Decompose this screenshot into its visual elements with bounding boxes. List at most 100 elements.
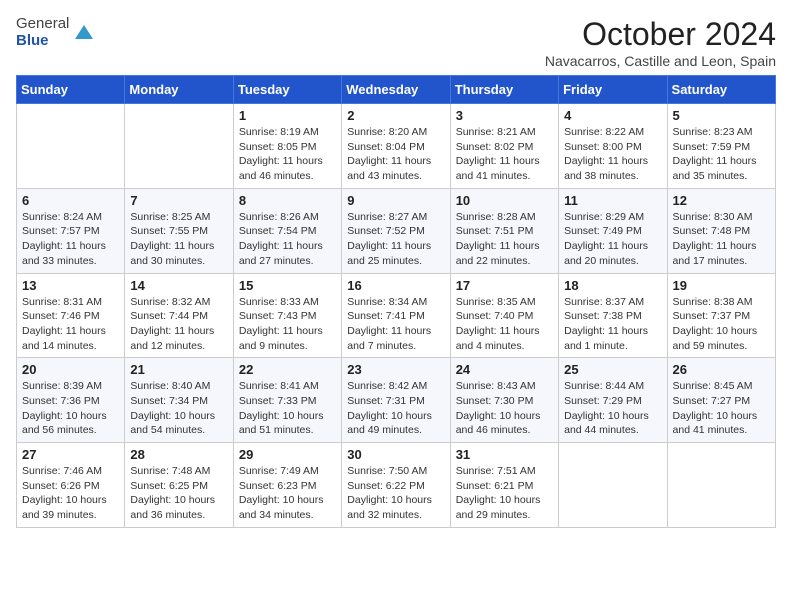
calendar-cell: 15Sunrise: 8:33 AMSunset: 7:43 PMDayligh… (233, 273, 341, 358)
daylight-label: Daylight: 11 hours and 17 minutes. (673, 240, 757, 267)
sunrise-label: Sunrise: 8:28 AM (456, 211, 536, 223)
sunset-label: Sunset: 7:43 PM (239, 310, 317, 322)
sunset-label: Sunset: 7:52 PM (347, 225, 425, 237)
day-number: 17 (456, 278, 553, 293)
sunrise-label: Sunrise: 8:41 AM (239, 380, 319, 392)
daylight-label: Daylight: 11 hours and 14 minutes. (22, 325, 106, 352)
sunrise-label: Sunrise: 8:45 AM (673, 380, 753, 392)
daylight-label: Daylight: 10 hours and 44 minutes. (564, 410, 649, 437)
daylight-label: Daylight: 11 hours and 41 minutes. (456, 155, 540, 182)
calendar-cell: 21 Sunrise: 8:40 AMSunset: 7:34 PMDayligh… (125, 358, 233, 443)
day-info: Sunrise: 7:49 AMSunset: 6:23 PMDaylight:… (239, 464, 336, 523)
th-wednesday: Wednesday (342, 76, 450, 104)
logo-general: General (16, 16, 69, 33)
calendar-cell: 9Sunrise: 8:27 AMSunset: 7:52 PMDaylight… (342, 188, 450, 273)
calendar-cell: 30Sunrise: 7:50 AMSunset: 6:22 PMDayligh… (342, 443, 450, 528)
daylight-label: Daylight: 10 hours and 54 minutes. (130, 410, 215, 437)
day-info: Sunrise: 8:44 AMSunset: 7:29 PMDaylight:… (564, 379, 661, 438)
calendar-cell: 26Sunrise: 8:45 AMSunset: 7:27 PMDayligh… (667, 358, 775, 443)
daylight-label: Daylight: 11 hours and 7 minutes. (347, 325, 431, 352)
daylight-label: Daylight: 10 hours and 49 minutes. (347, 410, 432, 437)
sunrise-label: Sunrise: 8:33 AM (239, 296, 319, 308)
calendar-cell (559, 443, 667, 528)
calendar-cell (125, 104, 233, 189)
day-number: 2 (347, 108, 444, 123)
calendar-cell: 13Sunrise: 8:31 AMSunset: 7:46 PMDayligh… (17, 273, 125, 358)
calendar-cell: 17Sunrise: 8:35 AMSunset: 7:40 PMDayligh… (450, 273, 558, 358)
sunset-label: Sunset: 7:48 PM (673, 225, 751, 237)
sunset-label: Sunset: 7:41 PM (347, 310, 425, 322)
calendar-cell (17, 104, 125, 189)
daylight-label: Daylight: 10 hours and 51 minutes. (239, 410, 324, 437)
day-number: 19 (673, 278, 770, 293)
sunset-label: Sunset: 7:59 PM (673, 141, 751, 153)
day-number: 22 (239, 362, 336, 377)
sunrise-label: Sunrise: 7:48 AM (130, 465, 210, 477)
calendar-cell: 18Sunrise: 8:37 AMSunset: 7:38 PMDayligh… (559, 273, 667, 358)
sunset-label: Sunset: 6:22 PM (347, 480, 425, 492)
day-number: 15 (239, 278, 336, 293)
day-info: Sunrise: 8:25 AMSunset: 7:55 PMDaylight:… (130, 210, 227, 269)
calendar-cell: 20Sunrise: 8:39 AMSunset: 7:36 PMDayligh… (17, 358, 125, 443)
sunrise-label: Sunrise: 8:26 AM (239, 211, 319, 223)
day-number: 28 (130, 447, 227, 462)
day-number: 25 (564, 362, 661, 377)
day-info: Sunrise: 8:38 AM Sunset: 7:37 PM Daylight:… (673, 295, 770, 354)
calendar-cell: 28Sunrise: 7:48 AMSunset: 6:25 PMDayligh… (125, 443, 233, 528)
sunrise-label: Sunrise: 8:37 AM (564, 296, 644, 308)
calendar-cell: 6Sunrise: 8:24 AMSunset: 7:57 PMDaylight… (17, 188, 125, 273)
calendar-cell (667, 443, 775, 528)
day-info: Sunrise: 7:51 AMSunset: 6:21 PMDaylight:… (456, 464, 553, 523)
day-info: Sunrise: 8:45 AMSunset: 7:27 PMDaylight:… (673, 379, 770, 438)
sunset-label: Sunset: 7:31 PM (347, 395, 425, 407)
calendar-week-row: 27Sunrise: 7:46 AMSunset: 6:26 PMDayligh… (17, 443, 776, 528)
day-info: Sunrise: 7:46 AMSunset: 6:26 PMDaylight:… (22, 464, 119, 523)
calendar-cell: 4Sunrise: 8:22 AMSunset: 8:00 PMDaylight… (559, 104, 667, 189)
calendar-cell: 31Sunrise: 7:51 AMSunset: 6:21 PMDayligh… (450, 443, 558, 528)
calendar-cell: 22Sunrise: 8:41 AMSunset: 7:33 PMDayligh… (233, 358, 341, 443)
sunrise-label: Sunrise: 8:39 AM (22, 380, 102, 392)
sunrise-label: Sunrise: 8:25 AM (130, 211, 210, 223)
day-info: Sunrise: 8:22 AMSunset: 8:00 PMDaylight:… (564, 125, 661, 184)
day-info: Sunrise: 8:40 AMSunset: 7:34 PMDaylight:… (130, 379, 227, 438)
day-number: 18 (564, 278, 661, 293)
sunrise-label: Sunrise: 8:38 AM (673, 296, 753, 308)
day-number: 10 (456, 193, 553, 208)
day-number: 23 (347, 362, 444, 377)
calendar-cell: 16Sunrise: 8:34 AMSunset: 7:41 PMDayligh… (342, 273, 450, 358)
sunrise-label: Sunrise: 7:50 AM (347, 465, 427, 477)
sunrise-label: Sunrise: 8:32 AM (130, 296, 210, 308)
day-number: 7 (130, 193, 227, 208)
th-thursday: Thursday (450, 76, 558, 104)
header: General Blue October 2024 Navacarros, Ca… (16, 16, 776, 69)
sunrise-label: Sunrise: 8:43 AM (456, 380, 536, 392)
calendar-cell: 14Sunrise: 8:32 AMSunset: 7:44 PMDayligh… (125, 273, 233, 358)
day-info: Sunrise: 8:31 AMSunset: 7:46 PMDaylight:… (22, 295, 119, 354)
daylight-label: Daylight: 10 hours and 59 minutes. (673, 325, 758, 352)
daylight-label: Daylight: 11 hours and 4 minutes. (456, 325, 540, 352)
calendar-cell: 25 Sunrise: 8:44 AMSunset: 7:29 PMDayligh… (559, 358, 667, 443)
sunset-label: Sunset: 7:37 PM (673, 310, 751, 322)
day-number: 21 (130, 362, 227, 377)
sunset-label: Sunset: 8:02 PM (456, 141, 534, 153)
calendar-cell: 5 Sunrise: 8:23 AMSunset: 7:59 PMDaylight… (667, 104, 775, 189)
day-info: Sunrise: 8:30 AMSunset: 7:48 PMDaylight:… (673, 210, 770, 269)
th-sunday: Sunday (17, 76, 125, 104)
day-number: 5 (673, 108, 770, 123)
th-friday: Friday (559, 76, 667, 104)
sunset-label: Sunset: 7:38 PM (564, 310, 642, 322)
day-info: Sunrise: 8:42 AMSunset: 7:31 PMDaylight:… (347, 379, 444, 438)
sunrise-label: Sunrise: 7:46 AM (22, 465, 102, 477)
day-info: Sunrise: 8:24 AMSunset: 7:57 PMDaylight:… (22, 210, 119, 269)
daylight-label: Daylight: 10 hours and 29 minutes. (456, 494, 541, 521)
calendar-cell: 1Sunrise: 8:19 AMSunset: 8:05 PMDaylight… (233, 104, 341, 189)
sunset-label: Sunset: 7:30 PM (456, 395, 534, 407)
sunrise-label: Sunrise: 8:31 AM (22, 296, 102, 308)
calendar-week-row: 20Sunrise: 8:39 AMSunset: 7:36 PMDayligh… (17, 358, 776, 443)
calendar-cell: 11Sunrise: 8:29 AMSunset: 7:49 PMDayligh… (559, 188, 667, 273)
calendar-cell: 3Sunrise: 8:21 AMSunset: 8:02 PMDaylight… (450, 104, 558, 189)
day-info: Sunrise: 8:34 AMSunset: 7:41 PMDaylight:… (347, 295, 444, 354)
calendar-cell: 19 Sunrise: 8:38 AM Sunset: 7:37 PM Dayligh… (667, 273, 775, 358)
day-info: Sunrise: 8:23 AMSunset: 7:59 PMDaylight:… (673, 125, 770, 184)
sunrise-label: Sunrise: 8:19 AM (239, 126, 319, 138)
